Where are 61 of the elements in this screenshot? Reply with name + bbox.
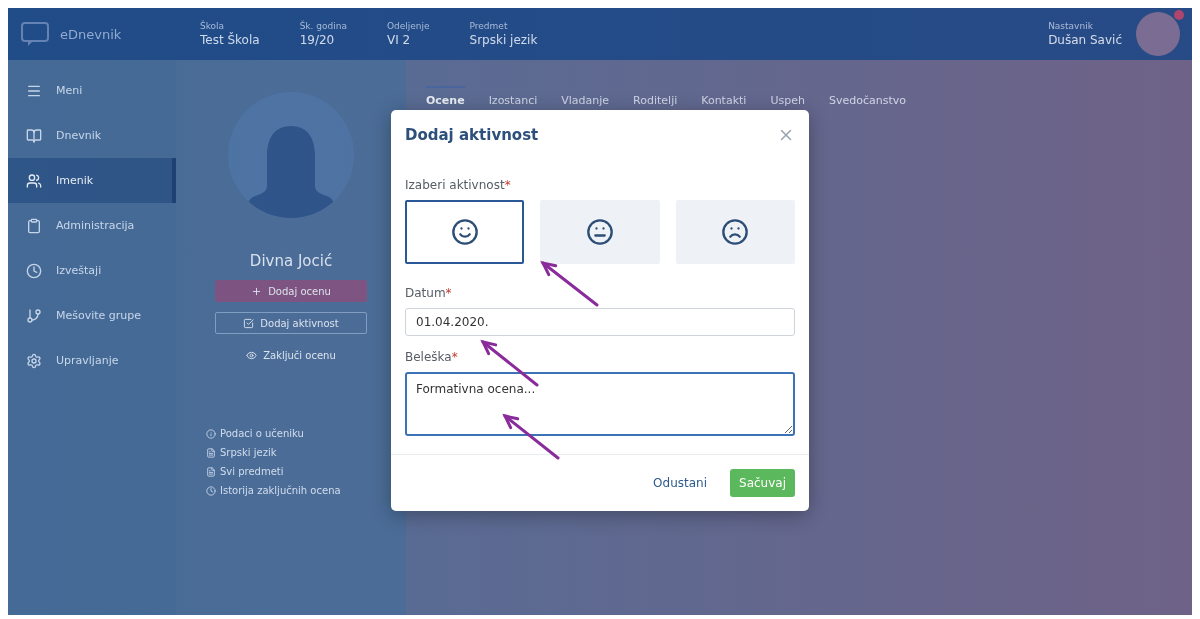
header-field-value[interactable]: 19/20: [299, 33, 347, 47]
users-icon: [26, 172, 42, 189]
cancel-button[interactable]: Odustani: [644, 469, 717, 497]
tab[interactable]: Svedočanstvo: [828, 86, 906, 113]
logo-icon: [20, 21, 50, 47]
settings-icon: [26, 352, 42, 369]
sidebar-item[interactable]: Administracija: [8, 203, 176, 248]
header-field-label: Škola: [200, 21, 226, 31]
annotation-arrow: [540, 260, 599, 307]
neutral-face-icon: [586, 218, 614, 246]
annotation-arrow: [502, 413, 560, 460]
sidebar-item[interactable]: Imenik: [8, 158, 176, 203]
clipboard-icon: [26, 217, 42, 234]
action-button[interactable]: Dodaj ocenu: [215, 280, 367, 302]
user-name: Dušan Savić: [1048, 33, 1122, 47]
plus-icon: [251, 285, 263, 297]
tab[interactable]: Kontakti: [701, 86, 747, 113]
header-field-label: Šk. godina: [299, 21, 347, 31]
smiley-icon: [450, 218, 479, 246]
date-field[interactable]: 01.04.2020.: [405, 308, 795, 336]
student-link[interactable]: Podaci o učeniku: [206, 428, 341, 439]
student-link[interactable]: Istorija zaključnih ocena: [206, 485, 341, 496]
sidebar-item[interactable]: Upravljanje: [8, 338, 176, 383]
notification-badge: [1174, 10, 1184, 20]
clock-icon: [26, 262, 42, 279]
sidebar-item[interactable]: Izveštaji: [8, 248, 176, 293]
checkbox-icon: [243, 317, 255, 329]
field-label: Datum*: [405, 286, 453, 300]
info-icon: [206, 428, 216, 439]
tab[interactable]: Uspeh: [770, 86, 805, 113]
header-field-value[interactable]: Test Škola: [200, 33, 260, 47]
student-link[interactable]: Svi predmeti: [206, 466, 341, 477]
header-field-label: Predmet: [469, 21, 509, 31]
header-field-value[interactable]: Srpski jezik: [469, 33, 538, 47]
sidebar-item[interactable]: Meni: [8, 68, 176, 113]
save-button[interactable]: Sačuvaj: [730, 469, 795, 497]
student-name: Divna Jocić: [249, 252, 333, 270]
tab[interactable]: Izostanci: [488, 86, 538, 113]
user-role: Nastavnik: [1048, 21, 1094, 31]
field-label: Izaberi aktivnost*: [405, 178, 512, 192]
activity-option[interactable]: [405, 200, 525, 264]
dialog-title: Dodaj aktivnost: [405, 126, 539, 144]
tab[interactable]: Roditelji: [633, 86, 678, 113]
note-field[interactable]: Formativna ocena...: [405, 372, 795, 436]
sad-face-icon: [721, 218, 750, 246]
eye-icon: [246, 349, 258, 361]
action-button[interactable]: Zaključi ocenu: [215, 344, 367, 366]
action-button[interactable]: Dodaj aktivnost: [215, 312, 367, 334]
header-field-label: Odeljenje: [386, 21, 430, 31]
clock-icon: [206, 485, 216, 496]
student-link[interactable]: Srpski jezik: [206, 447, 341, 458]
sidebar-item[interactable]: Mešovite grupe: [8, 293, 176, 338]
field-label: Beleška*: [405, 350, 459, 364]
book-icon: [26, 127, 42, 144]
tab[interactable]: Vladanje: [561, 86, 610, 113]
logo-text: eDnevnik: [60, 26, 122, 42]
document-icon: [206, 466, 216, 477]
document-icon: [206, 447, 216, 458]
branch-icon: [26, 307, 42, 324]
sidebar-item[interactable]: Dnevnik: [8, 113, 176, 158]
header-field-value[interactable]: VI 2: [386, 33, 430, 47]
